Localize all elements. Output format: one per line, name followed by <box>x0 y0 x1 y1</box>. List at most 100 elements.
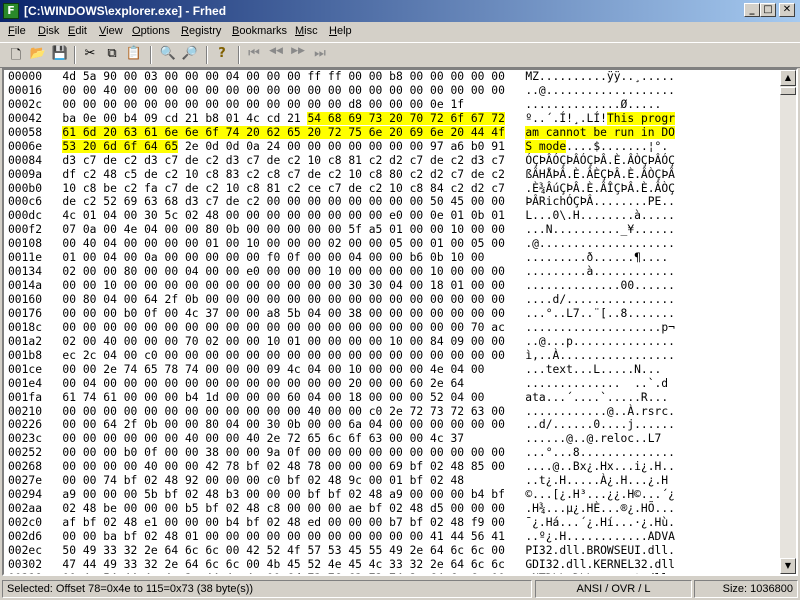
hex-byte[interactable]: 00 <box>328 279 342 292</box>
hex-byte[interactable]: 6c <box>471 572 485 574</box>
hex-byte[interactable]: 00 <box>348 460 362 473</box>
hex-byte[interactable]: 00 <box>328 335 342 348</box>
hex-byte[interactable]: 85 <box>471 460 485 473</box>
hex-byte[interactable]: 5c <box>165 209 179 222</box>
hex-byte[interactable]: 64 <box>450 558 464 571</box>
hex-byte[interactable]: 00 <box>185 349 199 362</box>
hex-byte[interactable]: 00 <box>287 502 301 515</box>
hex-byte[interactable]: 72 <box>450 405 464 418</box>
hex-row[interactable]: 00210 00 00 00 00 00 00 00 00 00 00 00 0… <box>8 405 778 419</box>
hex-byte[interactable]: 00 <box>124 488 138 501</box>
hex-byte[interactable]: 6d <box>287 572 301 574</box>
hex-byte[interactable]: 01 <box>389 223 403 236</box>
hex-byte[interactable]: 33 <box>389 558 403 571</box>
hex-byte[interactable]: 01 <box>430 237 444 250</box>
hex-row-bytes[interactable]: df c2 48 c5 de c2 10 c8 83 c2 c8 c7 de c… <box>62 168 511 181</box>
hex-byte[interactable]: 72 <box>410 405 424 418</box>
hex-byte[interactable]: 00 <box>369 237 383 250</box>
hex-byte[interactable]: 48 <box>287 460 301 473</box>
hex-byte[interactable]: 56 <box>471 530 485 543</box>
hex-byte[interactable]: 6c <box>491 558 505 571</box>
hex-byte[interactable]: c7 <box>410 154 424 167</box>
hex-byte[interactable]: 00 <box>369 335 383 348</box>
hex-byte[interactable]: 00 <box>287 349 301 362</box>
hex-byte[interactable]: 00 <box>144 377 158 390</box>
hex-byte[interactable]: 00 <box>471 293 485 306</box>
hex-row-bytes[interactable]: 00 00 40 00 00 00 00 00 00 00 00 00 00 0… <box>62 84 511 97</box>
hex-byte[interactable]: de <box>62 195 76 208</box>
hex-byte[interactable]: 00 <box>267 209 281 222</box>
hex-byte[interactable]: 00 <box>491 405 505 418</box>
hex-byte[interactable]: c0 <box>144 349 158 362</box>
menu-misc[interactable]: Misc <box>295 25 318 37</box>
hex-byte[interactable]: 02 <box>144 474 158 487</box>
hex-byte[interactable]: 00 <box>369 195 383 208</box>
hex-row-bytes[interactable]: de c2 52 69 63 68 d3 c7 de c2 00 00 00 0… <box>62 195 511 208</box>
hex-row-ascii[interactable]: ....................p¬ <box>525 321 675 334</box>
hex-byte[interactable]: 00 <box>410 98 424 111</box>
hex-row[interactable]: 0023c 00 00 00 00 00 00 40 00 00 40 2e 7… <box>8 432 778 446</box>
hex-byte[interactable]: 05 <box>471 237 485 250</box>
hex-row-bytes[interactable]: 01 00 04 00 0a 00 00 00 00 00 f0 0f 00 0… <box>62 251 511 264</box>
hex-byte[interactable]: 00 <box>307 418 321 431</box>
hex-byte[interactable]: 84 <box>430 335 444 348</box>
hex-byte[interactable]: 00 <box>410 265 424 278</box>
hex-row[interactable]: 00176 00 00 00 b0 0f 00 4c 37 00 00 a8 5… <box>8 307 778 321</box>
hex-byte[interactable]: 04 <box>144 223 158 236</box>
hex-byte[interactable]: 00 <box>165 237 179 250</box>
hex-row-ascii[interactable]: ..d/......0....j...... <box>525 418 675 431</box>
hex-byte[interactable]: 00 <box>369 70 383 83</box>
hex-row-bytes[interactable]: 02 48 be 00 00 00 b5 bf 02 48 c8 00 00 0… <box>62 502 511 515</box>
hex-byte[interactable]: 00 <box>185 251 199 264</box>
hex-byte[interactable]: 00 <box>62 418 76 431</box>
hex-byte[interactable]: 00 <box>205 98 219 111</box>
hex-byte[interactable]: 00 <box>185 223 199 236</box>
hex-byte[interactable]: 20 <box>389 111 403 125</box>
hex-byte[interactable]: 10 <box>226 182 240 195</box>
hex-byte[interactable]: 00 <box>165 502 179 515</box>
hex-byte[interactable]: 00 <box>328 363 342 376</box>
hex-byte[interactable]: 00 <box>267 70 281 83</box>
title-bar[interactable]: F [C:\WINDOWS\explorer.exe] - Frhed _ □ … <box>0 0 800 22</box>
hex-byte[interactable]: 04 <box>307 307 321 320</box>
hex-byte[interactable]: 64 <box>185 558 199 571</box>
hex-byte[interactable]: 4e <box>328 558 342 571</box>
hex-row[interactable]: 00252 00 00 00 b0 0f 00 00 38 00 00 9a 0… <box>8 446 778 460</box>
hex-byte[interactable]: 00 <box>226 84 240 97</box>
hex-byte[interactable]: 00 <box>471 349 485 362</box>
hex-byte[interactable]: 0f <box>144 307 158 320</box>
hex-byte[interactable]: 00 <box>348 349 362 362</box>
hex-byte[interactable]: 00 <box>389 307 403 320</box>
hex-byte[interactable]: e0 <box>246 265 260 278</box>
hex-byte[interactable]: 2c <box>83 349 97 362</box>
hex-byte[interactable]: 00 <box>62 405 76 418</box>
hex-byte[interactable]: 4c <box>62 209 76 222</box>
hex-byte[interactable]: 00 <box>205 84 219 97</box>
hex-byte[interactable]: 00 <box>430 446 444 459</box>
hex-byte[interactable]: 00 <box>267 237 281 250</box>
hex-byte[interactable]: bf <box>410 516 424 529</box>
hex-byte[interactable]: c8 <box>246 182 260 195</box>
hex-byte[interactable]: 02 <box>307 474 321 487</box>
hex-byte[interactable]: 45 <box>348 544 362 557</box>
hex-byte[interactable]: 00 <box>226 251 240 264</box>
hex-byte[interactable]: 01 <box>83 209 97 222</box>
hex-byte[interactable]: 00 <box>328 251 342 264</box>
hex-byte[interactable]: 00 <box>491 279 505 292</box>
hex-byte[interactable]: 00 <box>410 488 424 501</box>
hex-byte[interactable]: bf <box>328 488 342 501</box>
hex-byte[interactable]: 0f <box>144 446 158 459</box>
hex-byte[interactable]: 00 <box>410 349 424 362</box>
hex-byte[interactable]: 69 <box>389 460 403 473</box>
first-bookmark-icon[interactable]: ⏮ <box>244 46 264 64</box>
hex-byte[interactable]: 00 <box>389 195 403 208</box>
hex-byte[interactable]: 00 <box>226 321 240 334</box>
hex-byte[interactable]: 00 <box>287 265 301 278</box>
hex-byte[interactable]: 00 <box>430 418 444 431</box>
hex-byte[interactable]: 10 <box>185 168 199 181</box>
hex-byte[interactable]: 00 <box>226 446 240 459</box>
hex-byte[interactable]: 00 <box>103 405 117 418</box>
hex-byte[interactable]: b4 <box>226 516 240 529</box>
hex-byte[interactable]: 00 <box>471 195 485 208</box>
hex-byte[interactable]: 80 <box>205 223 219 236</box>
